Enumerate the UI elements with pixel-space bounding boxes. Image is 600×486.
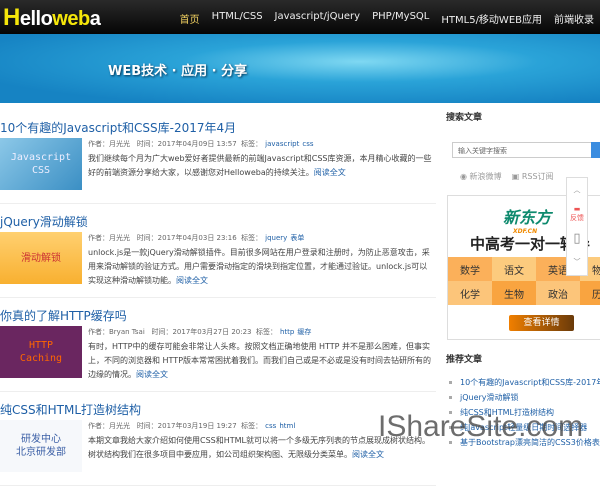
feedback-button[interactable]: ▬ 反馈 [567, 202, 587, 226]
site-logo[interactable]: Helloweba [3, 4, 101, 32]
article-tag[interactable]: 缓存 [297, 328, 311, 336]
article-title[interactable]: 你真的了解HTTP缓存吗 [0, 307, 127, 324]
article-author: 作者：月光光 [88, 140, 130, 148]
article-tag[interactable]: css [302, 140, 313, 148]
ad-cta-button[interactable]: 查看详情 [509, 315, 574, 331]
article-time: 时间：2017年03月19日 19:27 [136, 422, 237, 430]
read-more-link[interactable]: 阅读全文 [352, 450, 384, 459]
tags-label: 标签： [255, 328, 277, 336]
weibo-icon: ◉ [460, 172, 470, 181]
article-meta: 作者：月光光 时间：2017年04月09日 13:57 标签： javascrip… [88, 139, 314, 149]
search-title: 搜索文章 [446, 113, 483, 123]
article-item: jQuery滑动解锁 滑动解锁 作者：月光光 时间：2017年04月03日 23… [0, 204, 436, 298]
search-input[interactable]: 输入关键字搜索 [452, 142, 592, 158]
ad-subject: 数学 [448, 257, 492, 281]
search-button[interactable] [591, 142, 600, 158]
article-time: 时间：2017年03月27日 20:23 [151, 328, 252, 336]
thumb-text: Caching [19, 353, 63, 364]
article-title[interactable]: 纯CSS和HTML打造树结构 [0, 401, 141, 418]
article-meta: 作者：月光光 时间：2017年03月19日 19:27 标签： css html [88, 421, 295, 431]
article-thumbnail[interactable]: 研发中心 北京研发部 [0, 420, 82, 472]
ad-brand: 新东方 XDF.CN [503, 204, 551, 235]
article-meta: 作者：月光光 时间：2017年04月03日 23:16 标签： jquery 表单 [88, 233, 304, 243]
main-nav: 首页 HTML/CSS Javascript/jQuery PHP/MySQL … [180, 11, 594, 26]
ad-subject: 化学 [448, 281, 492, 305]
thumb-text: 研发中心 [21, 434, 61, 445]
scroll-down-icon[interactable]: ﹀ [567, 250, 587, 274]
article-author: 作者：Bryan Tsai [88, 328, 145, 336]
article-time: 时间：2017年04月09日 13:57 [136, 140, 237, 148]
thumb-text: Javascript [10, 152, 72, 163]
thumb-text: 滑动解锁 [21, 252, 61, 264]
ad-subject: 政治 [536, 281, 580, 305]
read-more-link[interactable]: 阅读全文 [314, 168, 346, 177]
article-summary: unlock.js是一款jQuery滑动解锁插件。目前很多网站在用户登录和注册时… [88, 248, 430, 285]
nav-html-css[interactable]: HTML/CSS [212, 11, 263, 26]
article-thumbnail[interactable]: HTTP Caching [0, 326, 82, 378]
article-title[interactable]: jQuery滑动解锁 [0, 213, 88, 230]
nav-home[interactable]: 首页 [180, 11, 200, 26]
scroll-up-icon[interactable]: ︿ [567, 178, 587, 202]
rec-item[interactable]: jQuery滑动解锁 [446, 392, 600, 407]
article-tag[interactable]: http [280, 328, 294, 336]
thumb-text: HTTP [28, 340, 54, 351]
ad-subject: 历史 [580, 281, 600, 305]
rec-title: 推荐文章 [446, 355, 483, 365]
tags-label: 标签： [241, 234, 263, 242]
banner-slogan: WEB技术 · 应用 · 分享 [108, 64, 248, 79]
article-list: 10个有趣的Javascript和CSS库-2017年4月 Javascript… [0, 110, 436, 486]
article-tag[interactable]: javascript [265, 140, 299, 148]
chat-icon: ▬ [573, 205, 581, 213]
article-item: 纯CSS和HTML打造树结构 研发中心北京研发部 作者：月光光 时间：2017年… [0, 392, 436, 486]
nav-php[interactable]: PHP/MySQL [372, 11, 429, 26]
article-title[interactable]: 10个有趣的Javascript和CSS库-2017年4月 [0, 119, 236, 136]
nav-html5[interactable]: HTML5/移动WEB应用 [441, 11, 542, 26]
ad-brand-name: 新东方 [503, 208, 552, 227]
nav-collection[interactable]: 前端收录 [554, 11, 594, 26]
article-desc: 我们继续每个月为广大web爱好者提供最新的前端Javascript和CSS库资源… [88, 152, 433, 180]
thumb-text: CSS [31, 165, 51, 176]
rec-item[interactable]: 10个有趣的Javascript和CSS库-2017年4月 [446, 377, 600, 392]
sidebar: 搜索文章 输入关键字搜索 ◉ 新浪微博 ▣ RSS订阅 新东方 XDF.CN 中高… [446, 110, 600, 340]
social-links: ◉ 新浪微博 ▣ RSS订阅 [460, 171, 554, 182]
floating-toolbar: ︿ ▬ 反馈 ▯ ﹀ [566, 177, 588, 276]
ad-subject: 语文 [492, 257, 536, 281]
article-desc: unlock.js是一款jQuery滑动解锁插件。目前很多网站在用户登录和注册时… [88, 246, 433, 288]
article-meta: 作者：Bryan Tsai 时间：2017年03月27日 20:23 标签： ht… [88, 327, 311, 337]
tags-label: 标签： [241, 422, 263, 430]
thumb-text: 北京研发部 [16, 447, 66, 458]
article-tag[interactable]: css [265, 422, 276, 430]
read-more-link[interactable]: 阅读全文 [136, 370, 168, 379]
article-tag[interactable]: 表单 [290, 234, 304, 242]
top-header: Helloweba 首页 HTML/CSS Javascript/jQuery … [0, 0, 600, 34]
tags-label: 标签： [241, 140, 263, 148]
article-summary: 我们继续每个月为广大web爱好者提供最新的前端Javascript和CSS库资源… [88, 154, 432, 177]
ad-subject: 生物 [492, 281, 536, 305]
article-time: 时间：2017年04月03日 23:16 [136, 234, 237, 242]
tablet-icon[interactable]: ▯ [567, 226, 587, 250]
article-tag[interactable]: html [279, 422, 295, 430]
read-more-link[interactable]: 阅读全文 [176, 276, 208, 285]
article-item: 10个有趣的Javascript和CSS库-2017年4月 Javascript… [0, 110, 436, 204]
banner: WEB技术 · 应用 · 分享 [0, 34, 600, 103]
rss-link[interactable]: RSS订阅 [522, 172, 554, 181]
watermark: IShareSite.com [378, 410, 584, 443]
article-item: 你真的了解HTTP缓存吗 HTTP Caching 作者：Bryan Tsai 时… [0, 298, 436, 392]
article-author: 作者：月光光 [88, 234, 130, 242]
nav-javascript[interactable]: Javascript/jQuery [275, 11, 361, 26]
weibo-link[interactable]: 新浪微博 [470, 172, 502, 181]
article-tag[interactable]: jquery [265, 234, 287, 242]
article-author: 作者：月光光 [88, 422, 130, 430]
article-thumbnail[interactable]: Javascript CSS [0, 138, 82, 190]
rss-icon: ▣ [511, 172, 522, 181]
feedback-label: 反馈 [570, 214, 584, 222]
article-thumbnail[interactable]: 滑动解锁 [0, 232, 82, 284]
article-desc: 有时，HTTP中的缓存可能会非常让人头疼。按照文档正确地使用 HTTP 并不是那… [88, 340, 433, 382]
